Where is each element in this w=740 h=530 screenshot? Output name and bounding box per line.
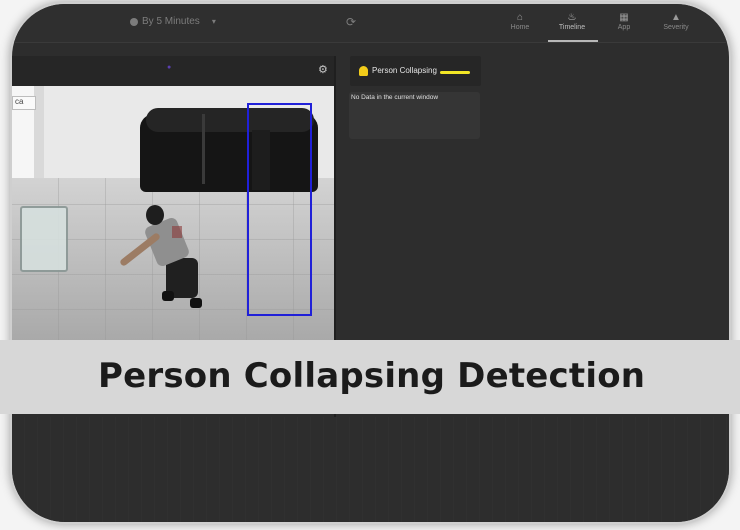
chair bbox=[20, 206, 68, 272]
camera-header bbox=[12, 56, 334, 86]
feed-label: ca bbox=[12, 96, 36, 110]
warning-icon: ▲ bbox=[671, 12, 681, 23]
person-head bbox=[146, 205, 164, 225]
nav-app-label: App bbox=[617, 24, 631, 31]
app-window: By 5 Minutes ▾ ⟳ ⌂ Home ♨ Timeline ▦ App… bbox=[10, 2, 731, 524]
no-data-text: No Data in the current window bbox=[351, 94, 439, 101]
nav-home-label: Home bbox=[510, 24, 530, 31]
interval-selector[interactable]: By 5 Minutes ▾ bbox=[130, 16, 216, 27]
chevron-down-icon: ▾ bbox=[211, 17, 216, 26]
gear-icon[interactable]: ⚙ bbox=[318, 63, 328, 76]
refresh-icon[interactable]: ⟳ bbox=[346, 15, 356, 29]
sofa-seam bbox=[202, 114, 205, 184]
person-foot bbox=[162, 291, 174, 301]
top-bar: By 5 Minutes ▾ ⟳ ⌂ Home ♨ Timeline ▦ App… bbox=[12, 4, 729, 43]
detection-bounding-box bbox=[247, 103, 312, 316]
timeline-icon: ♨ bbox=[567, 12, 577, 23]
bell-icon bbox=[359, 66, 368, 76]
interval-label: By 5 Minutes bbox=[142, 16, 200, 27]
person-foot bbox=[190, 298, 202, 308]
nav-app[interactable]: ▦ App bbox=[604, 13, 644, 32]
banner-title: Person Collapsing Detection bbox=[98, 356, 646, 396]
person-shirt-detail bbox=[172, 226, 182, 238]
nav-timeline[interactable]: ♨ Timeline bbox=[552, 13, 592, 32]
status-dot-icon: ● bbox=[167, 64, 172, 71]
clock-icon bbox=[130, 17, 138, 26]
nav-home[interactable]: ⌂ Home bbox=[500, 13, 540, 32]
alert-color-bar bbox=[440, 71, 470, 74]
nav-severity-label: Severity bbox=[663, 24, 689, 31]
camera-feed: ca bbox=[12, 86, 334, 344]
alert-label: Person Collapsing bbox=[372, 66, 437, 75]
home-icon: ⌂ bbox=[516, 12, 524, 23]
active-tab-indicator bbox=[548, 40, 598, 42]
nav-severity[interactable]: ▲ Severity bbox=[656, 13, 696, 32]
nav-timeline-label: Timeline bbox=[558, 24, 586, 31]
lower-panel bbox=[12, 417, 729, 522]
app-grid-icon: ▦ bbox=[619, 12, 629, 23]
